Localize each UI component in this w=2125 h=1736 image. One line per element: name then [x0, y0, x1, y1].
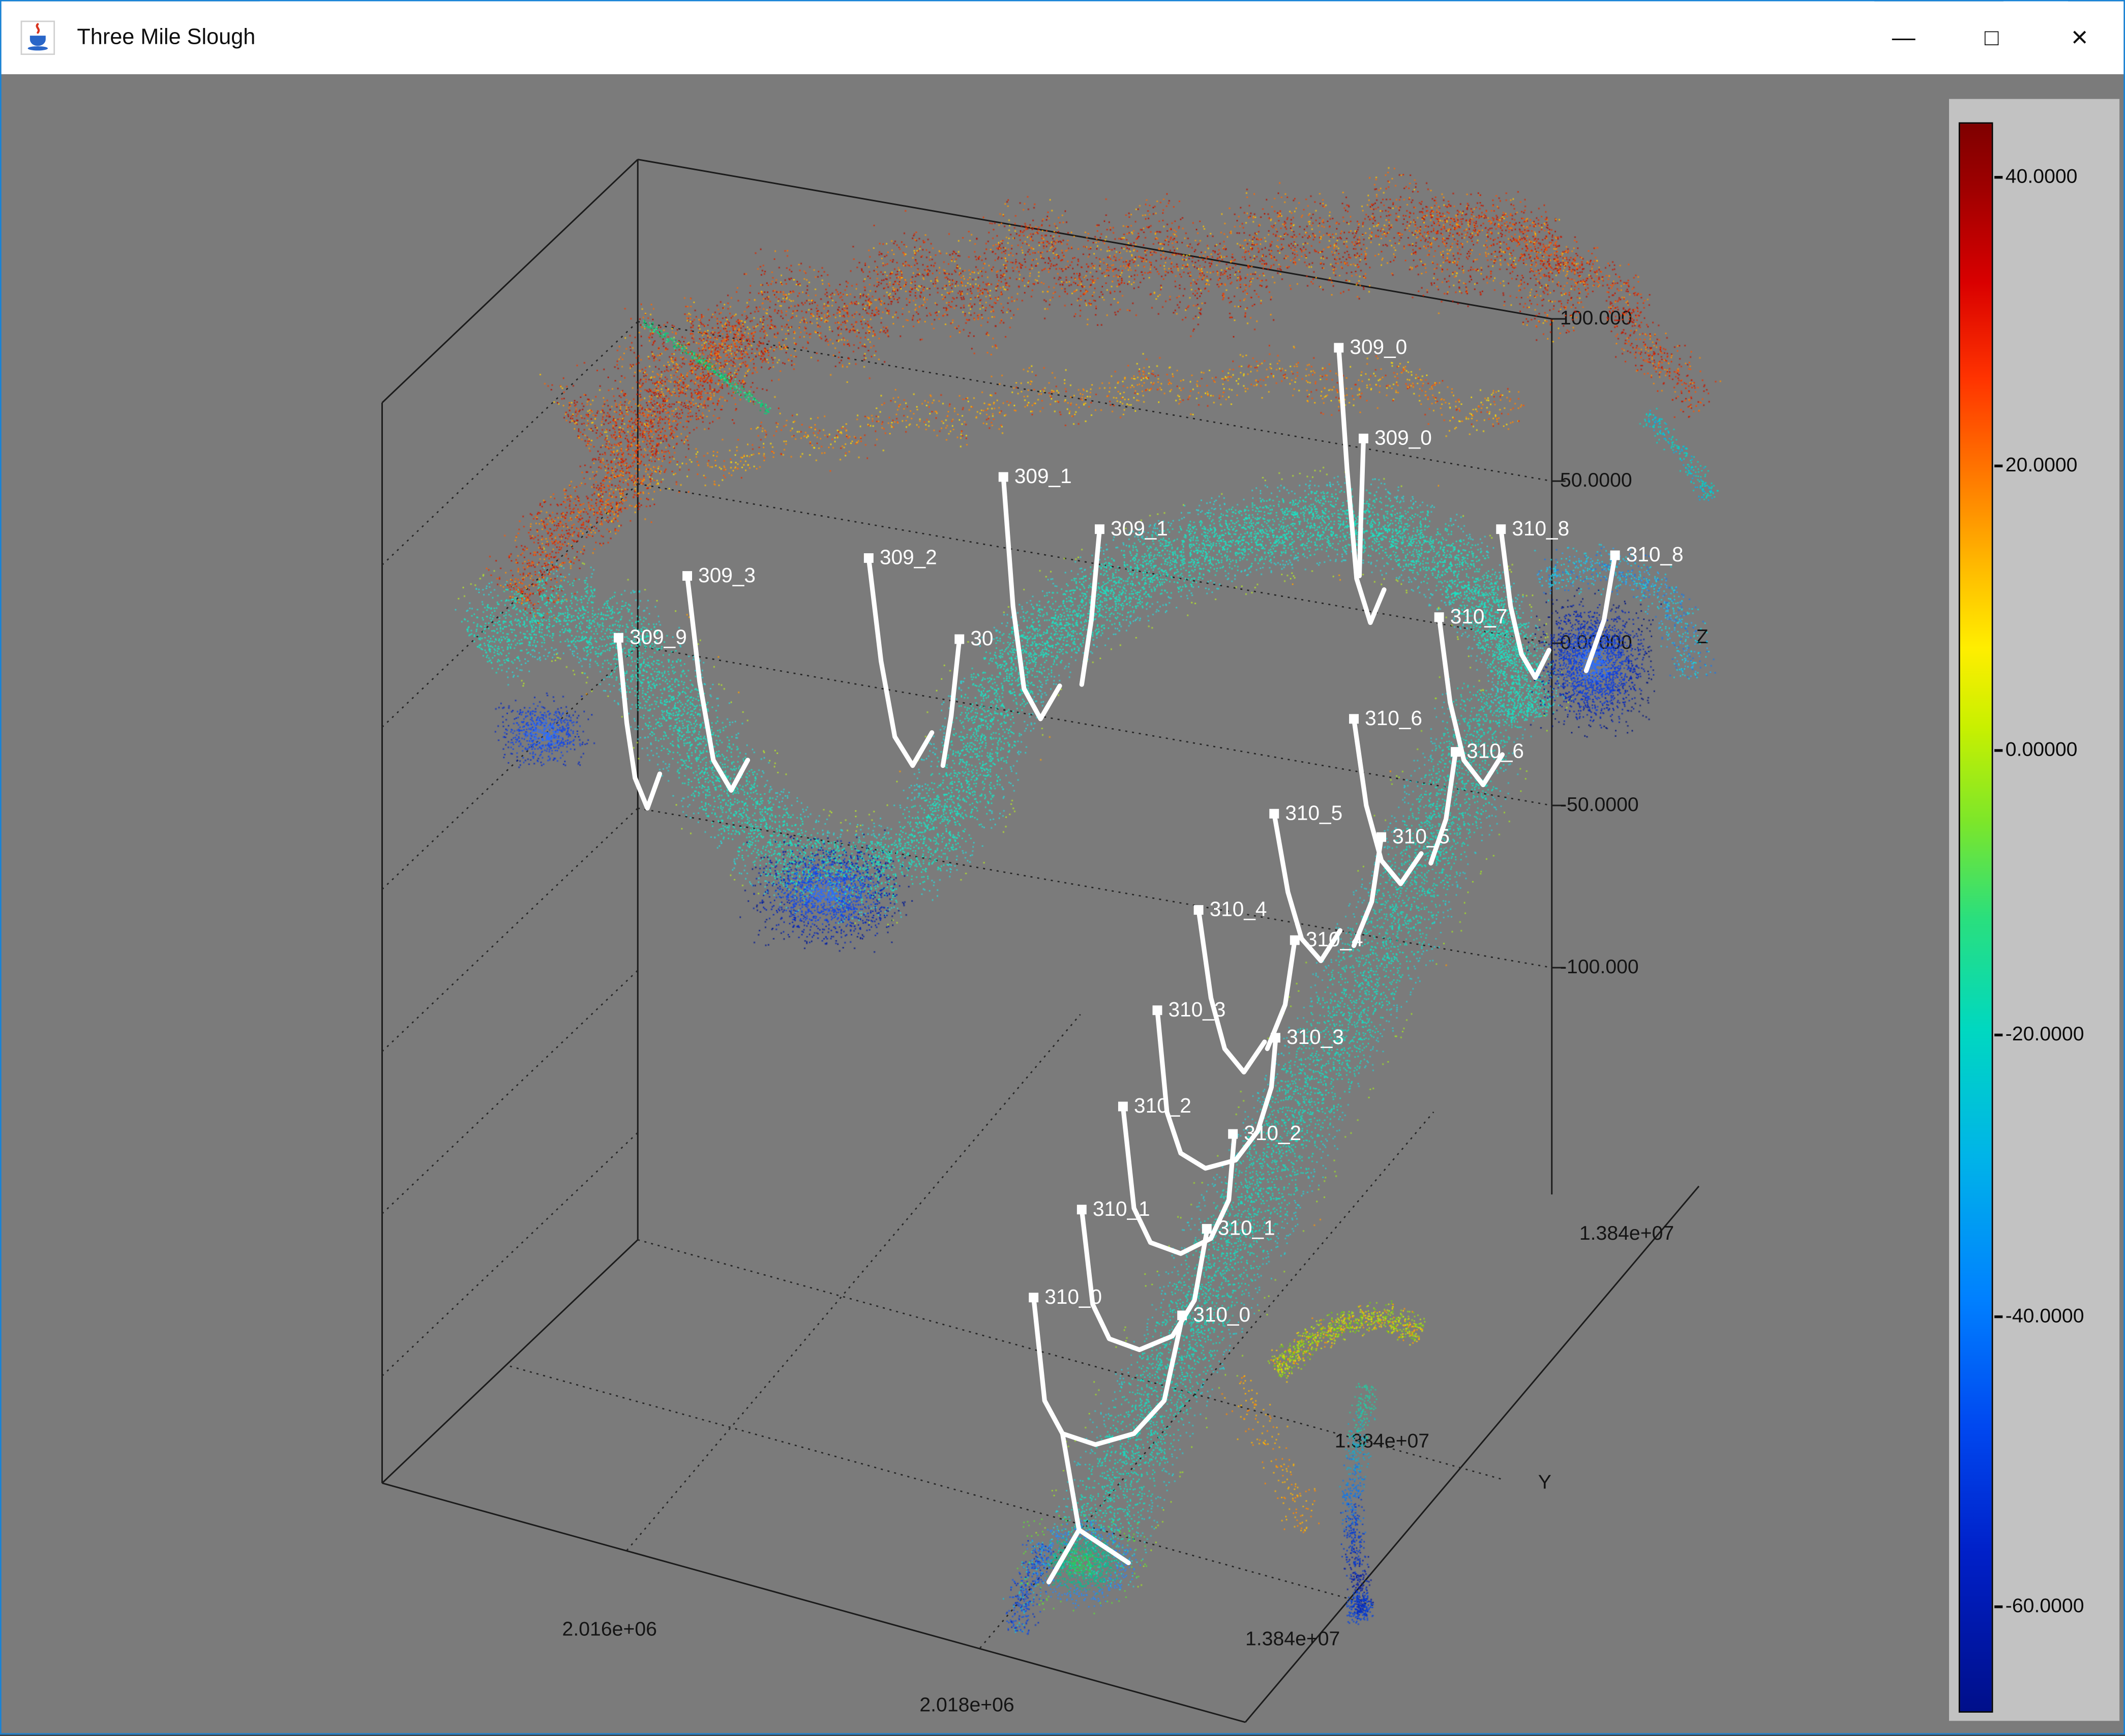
station-square [1118, 1101, 1128, 1112]
station-profile-line [1001, 474, 1062, 722]
station-square [1177, 1310, 1187, 1321]
plot-3d-view[interactable]: 100.00050.00000.00000-50.0000-100.0002.0… [1, 1, 2125, 1736]
station-square [1270, 1033, 1280, 1043]
station-profile-line [1079, 527, 1102, 687]
station-profile-line [1351, 716, 1424, 886]
station-profile-line [1265, 938, 1297, 1052]
station-square [1193, 905, 1204, 915]
station-square [613, 633, 623, 643]
station-square [1451, 747, 1461, 757]
station-profile-line [1076, 1527, 1131, 1565]
maximize-button[interactable]: □ [1948, 2, 2036, 74]
station-square [1202, 1224, 1212, 1234]
station-square [1334, 343, 1344, 353]
station-profile-line [1428, 749, 1458, 866]
station-profile-line [616, 635, 663, 811]
window-title: Three Mile Slough [77, 25, 256, 49]
station-profile-line [1155, 1008, 1278, 1171]
station-square [998, 472, 1008, 482]
station-square [1076, 1205, 1087, 1215]
colorbar-gradient [1958, 122, 1993, 1713]
station-square [1358, 433, 1368, 443]
station-profile-line [1031, 1295, 1185, 1447]
station-profile-line [1046, 1431, 1082, 1584]
minimize-button[interactable]: — [1860, 2, 1948, 74]
station-square [1095, 524, 1104, 534]
title-bar: Three Mile Slough — □ × [1, 1, 2124, 74]
station-square [954, 634, 965, 644]
station-square [1610, 550, 1620, 560]
station-profile-line [684, 573, 751, 793]
station-square [1152, 1005, 1162, 1015]
station-square [1228, 1129, 1238, 1139]
station-profile-line [1351, 834, 1384, 948]
java-icon [20, 20, 55, 55]
station-markers-layer [613, 343, 1620, 1584]
window-frame: 100.00050.00000.00000-50.0000-100.0002.0… [0, 0, 2125, 1736]
station-square [1376, 832, 1387, 842]
station-square [1029, 1293, 1039, 1303]
station-profile-line [1272, 811, 1343, 964]
station-profile-line [1120, 1104, 1237, 1256]
java-saucer [27, 46, 48, 51]
application-window: 100.00050.00000.00000-50.0000-100.0002.0… [0, 0, 2125, 1736]
station-square [1290, 935, 1300, 945]
station-square [682, 571, 693, 581]
station-square [1496, 524, 1506, 534]
station-profile-line [940, 637, 962, 768]
station-square [863, 553, 874, 563]
close-button[interactable]: × [2036, 2, 2123, 74]
station-square [1269, 809, 1279, 819]
station-profile-line [1583, 553, 1618, 673]
window-controls: — □ × [1860, 2, 2123, 74]
station-square [1434, 612, 1444, 622]
station-profile-line [1196, 907, 1267, 1074]
station-profile-line [1499, 527, 1551, 680]
station-profile-line [1357, 436, 1366, 579]
station-profile-line [866, 555, 935, 768]
station-profile-line [1436, 615, 1505, 788]
station-square [1349, 714, 1359, 724]
